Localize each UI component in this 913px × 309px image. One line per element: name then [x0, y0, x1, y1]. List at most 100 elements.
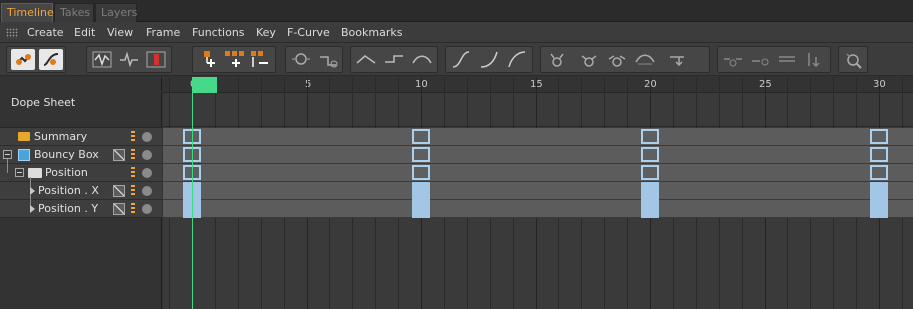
ruler-frame-label: 5: [305, 79, 312, 90]
collapse-toggle-icon[interactable]: [3, 150, 12, 159]
zero-length-icon[interactable]: [721, 49, 745, 70]
key-mode-icon[interactable]: [11, 49, 35, 70]
track-label: Position . X: [38, 184, 99, 197]
solo-dot-icon[interactable]: [142, 132, 152, 142]
add-key-icon[interactable]: [196, 49, 220, 70]
menu-edit[interactable]: Edit: [74, 22, 95, 43]
keyframe[interactable]: [412, 165, 430, 180]
solo-dot-icon[interactable]: [142, 150, 152, 160]
spline-icon[interactable]: [449, 49, 473, 70]
key-zero-icon[interactable]: [289, 49, 313, 70]
settings-group: [838, 46, 868, 73]
ripple-edit-icon[interactable]: [90, 49, 114, 70]
solo-dot-icon[interactable]: [142, 204, 152, 214]
track-label: Summary: [34, 130, 88, 143]
track-row-position[interactable]: Position: [0, 159, 162, 182]
timeline-row[interactable]: [163, 164, 913, 182]
tab-takes[interactable]: Takes: [54, 3, 94, 22]
keyframe[interactable]: [870, 129, 888, 144]
layer-color-icon[interactable]: [131, 167, 135, 179]
keyframe[interactable]: [412, 129, 430, 144]
time-ruler[interactable]: 051015202530: [163, 77, 913, 93]
lock-tangent-icon[interactable]: [545, 49, 569, 70]
break-tangent-icon[interactable]: [605, 49, 629, 70]
tangent-group: [540, 46, 710, 73]
tangent-flat-icon[interactable]: [633, 49, 657, 70]
keyframe[interactable]: [412, 200, 430, 218]
track-row-summary[interactable]: Summary: [0, 128, 162, 146]
layer-color-icon[interactable]: [131, 203, 135, 215]
keyframe[interactable]: [641, 129, 659, 144]
keyframe[interactable]: [641, 147, 659, 162]
linear-interp-icon[interactable]: [477, 49, 501, 70]
timeline-row[interactable]: [163, 128, 913, 146]
step-interp-icon[interactable]: [382, 49, 406, 70]
remove-keys-icon[interactable]: [248, 49, 272, 70]
fcurve-toggle-icon[interactable]: [113, 203, 125, 215]
menu-frame[interactable]: Frame: [146, 22, 180, 43]
solo-dot-icon[interactable]: [142, 186, 152, 196]
cube-icon: [18, 149, 30, 161]
keyframe[interactable]: [641, 165, 659, 180]
tab-timeline[interactable]: Timeline: [1, 3, 54, 22]
soft-curve-icon[interactable]: [505, 49, 529, 70]
ease-out-icon[interactable]: [410, 49, 434, 70]
track-arrow-icon: [30, 205, 35, 213]
key-step-icon[interactable]: [316, 49, 340, 70]
panel-title: Dope Sheet: [11, 96, 76, 109]
key-add-group: [192, 46, 276, 73]
keyframe[interactable]: [412, 147, 430, 162]
layer-color-icon[interactable]: [131, 131, 135, 143]
layer-color-icon[interactable]: [131, 185, 135, 197]
timeline-row[interactable]: [163, 182, 913, 200]
menu-functions[interactable]: Functions: [192, 22, 245, 43]
autokey-record-icon[interactable]: [144, 49, 168, 70]
keyframe[interactable]: [641, 182, 659, 200]
track-row-bouncy-box[interactable]: Bouncy Box: [0, 146, 162, 164]
settings-icon[interactable]: [841, 49, 865, 70]
fcurve-mode-icon[interactable]: [39, 49, 63, 70]
track-tree-panel: Dope Sheet Summary Bouncy Box Position P…: [0, 77, 162, 309]
keyframe[interactable]: [870, 165, 888, 180]
keep-visual-angle-icon[interactable]: [776, 49, 800, 70]
tangent-clamp-icon[interactable]: [667, 49, 691, 70]
playhead-marker[interactable]: [192, 77, 217, 93]
add-keys-icon[interactable]: [222, 49, 246, 70]
panel-grip-icon[interactable]: [6, 28, 18, 38]
zero-angle-icon[interactable]: [749, 49, 773, 70]
keyframe[interactable]: [870, 182, 888, 200]
key-value-group: [285, 46, 343, 73]
keyframe[interactable]: [641, 200, 659, 218]
menu-bar: Create Edit View Frame Functions Key F-C…: [0, 22, 913, 43]
menu-view[interactable]: View: [107, 22, 133, 43]
playhead-line[interactable]: [192, 93, 193, 309]
layer-color-icon[interactable]: [131, 149, 135, 161]
menu-key[interactable]: Key: [256, 22, 276, 43]
keyframe[interactable]: [870, 147, 888, 162]
ease-in-icon[interactable]: [354, 49, 378, 70]
menu-fcurve[interactable]: F-Curve: [287, 22, 330, 43]
toolbar: [0, 43, 913, 76]
keyframe[interactable]: [870, 200, 888, 218]
track-row-position-y[interactable]: Position . Y: [0, 195, 162, 218]
menu-bookmarks[interactable]: Bookmarks: [341, 22, 402, 43]
track-label: Position: [45, 166, 88, 179]
menu-create[interactable]: Create: [27, 22, 64, 43]
timeline-row[interactable]: [163, 200, 913, 218]
tab-bar: Timeline Takes Layers: [0, 0, 913, 22]
dope-sheet-timeline[interactable]: 051015202530: [163, 77, 913, 309]
keyframe[interactable]: [412, 182, 430, 200]
interp-group: [350, 46, 438, 73]
tab-layers[interactable]: Layers: [95, 3, 137, 22]
header-band: [163, 94, 913, 127]
lock-tangent-angle-icon[interactable]: [577, 49, 601, 70]
timeline-row[interactable]: [163, 146, 913, 164]
tree-line: [7, 159, 8, 173]
collapse-toggle-icon[interactable]: [15, 168, 24, 177]
fcurve-toggle-icon[interactable]: [113, 185, 125, 197]
key-reduce-icon[interactable]: [803, 49, 827, 70]
track-row-position-x[interactable]: Position . X: [0, 177, 162, 200]
fcurve-toggle-icon[interactable]: [113, 149, 125, 161]
waveform-icon[interactable]: [117, 49, 141, 70]
solo-dot-icon[interactable]: [142, 168, 152, 178]
